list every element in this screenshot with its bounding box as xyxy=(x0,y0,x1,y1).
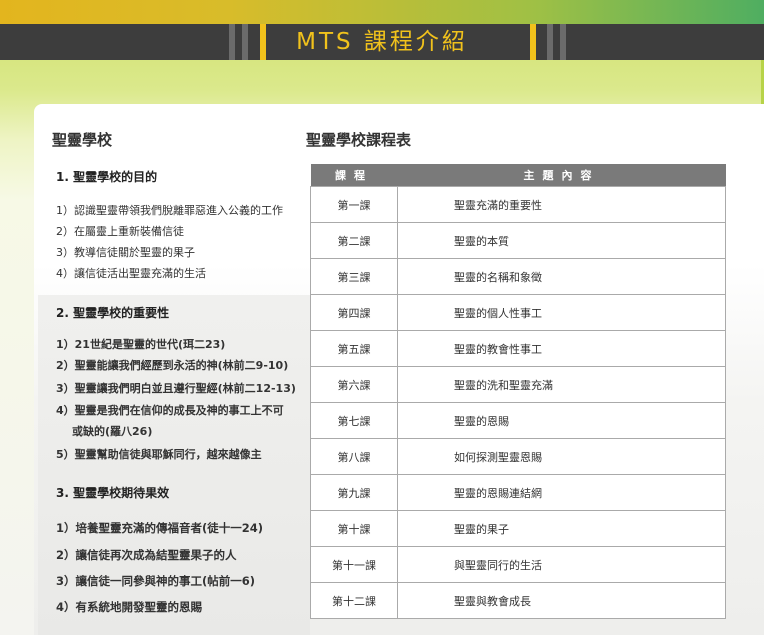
lesson-cell: 第一課 xyxy=(310,186,398,223)
table-row: 第七課 聖靈的恩賜 xyxy=(310,402,726,439)
topic-cell: 聖靈的洗和聖靈充滿 xyxy=(397,366,726,403)
lesson-cell: 第十二課 xyxy=(310,582,398,619)
table-row: 第六課 聖靈的洗和聖靈充滿 xyxy=(310,366,726,403)
topic-cell: 聖靈充滿的重要性 xyxy=(397,186,726,223)
table-header-row: 課程 主題內容 xyxy=(310,164,726,187)
table-row: 第三課 聖靈的名稱和象徵 xyxy=(310,258,726,295)
list-item: 4）聖靈是我們在信仰的成長及神的事工上不可 xyxy=(56,404,284,417)
topic-cell: 如何探測聖靈恩賜 xyxy=(397,438,726,475)
table-row: 第二課 聖靈的本質 xyxy=(310,222,726,259)
section-title-expected-results: 3. 聖靈學校期待果效 xyxy=(56,486,170,500)
section-title-importance: 2. 聖靈學校的重要性 xyxy=(56,306,170,320)
table-row: 第一課 聖靈充滿的重要性 xyxy=(310,186,726,223)
list-item: 3）讓信徒一同參與神的事工(帖前一6) xyxy=(56,574,256,588)
left-heading: 聖靈學校 xyxy=(52,131,113,149)
section-title-purpose: 1. 聖靈學校的目的 xyxy=(56,170,158,184)
lesson-cell: 第四課 xyxy=(310,294,398,331)
topic-cell: 聖靈的果子 xyxy=(397,510,726,547)
table-row: 第五課 聖靈的教會性事工 xyxy=(310,330,726,367)
column-header-topic: 主題內容 xyxy=(397,164,726,187)
list-item-continuation: 或缺的(羅八26) xyxy=(72,425,153,438)
list-item: 1）認識聖靈帶領我們脫離罪惡進入公義的工作 xyxy=(56,204,283,217)
lesson-cell: 第十課 xyxy=(310,510,398,547)
title-bar: MTS 課程介紹 xyxy=(0,24,764,60)
table-row: 第九課 聖靈的恩賜連結網 xyxy=(310,474,726,511)
list-item: 3）聖靈讓我們明白並且遵行聖經(林前二12-13) xyxy=(56,382,296,395)
lesson-cell: 第六課 xyxy=(310,366,398,403)
lesson-cell: 第八課 xyxy=(310,438,398,475)
lesson-cell: 第九課 xyxy=(310,474,398,511)
topic-cell: 聖靈的名稱和象徵 xyxy=(397,258,726,295)
list-item: 5）聖靈幫助信徒與耶穌同行，越來越像主 xyxy=(56,448,262,461)
topic-cell: 聖靈的恩賜連結網 xyxy=(397,474,726,511)
table-row: 第十課 聖靈的果子 xyxy=(310,510,726,547)
topic-cell: 聖靈的個人性事工 xyxy=(397,294,726,331)
table-row: 第四課 聖靈的個人性事工 xyxy=(310,294,726,331)
lesson-cell: 第三課 xyxy=(310,258,398,295)
table-row: 第八課 如何探測聖靈恩賜 xyxy=(310,438,726,475)
topic-cell: 與聖靈同行的生活 xyxy=(397,546,726,583)
list-item: 2）在屬靈上重新裝備信徒 xyxy=(56,225,184,238)
list-item: 2）讓信徒再次成為結聖靈果子的人 xyxy=(56,548,237,562)
lesson-cell: 第十一課 xyxy=(310,546,398,583)
lesson-cell: 第七課 xyxy=(310,402,398,439)
lesson-cell: 第五課 xyxy=(310,330,398,367)
list-item: 1）21世紀是聖靈的世代(珥二23) xyxy=(56,338,226,351)
list-item: 3）教導信徒關於聖靈的果子 xyxy=(56,246,195,259)
course-schedule-table: 課程 主題內容 第一課 聖靈充滿的重要性 第二課 聖靈的本質 第三課 聖靈的名稱… xyxy=(310,164,726,619)
topic-cell: 聖靈的本質 xyxy=(397,222,726,259)
column-header-lesson: 課程 xyxy=(310,164,398,187)
topic-cell: 聖靈與教會成長 xyxy=(397,582,726,619)
page-title: MTS 課程介紹 xyxy=(296,29,468,55)
list-item: 2）聖靈能讓我們經歷到永活的神(林前二9-10) xyxy=(56,359,289,372)
schedule-heading: 聖靈學校課程表 xyxy=(306,131,412,149)
list-item: 1）培養聖靈充滿的傳福音者(徒十一24) xyxy=(56,521,264,535)
list-item: 4）有系統地開發聖靈的恩賜 xyxy=(56,600,203,614)
table-row: 第十一課 與聖靈同行的生活 xyxy=(310,546,726,583)
lesson-cell: 第二課 xyxy=(310,222,398,259)
table-row: 第十二課 聖靈與教會成長 xyxy=(310,582,726,619)
list-item: 4）讓信徒活出聖靈充滿的生活 xyxy=(56,267,206,280)
topic-cell: 聖靈的教會性事工 xyxy=(397,330,726,367)
topic-cell: 聖靈的恩賜 xyxy=(397,402,726,439)
top-color-strip xyxy=(0,0,764,24)
